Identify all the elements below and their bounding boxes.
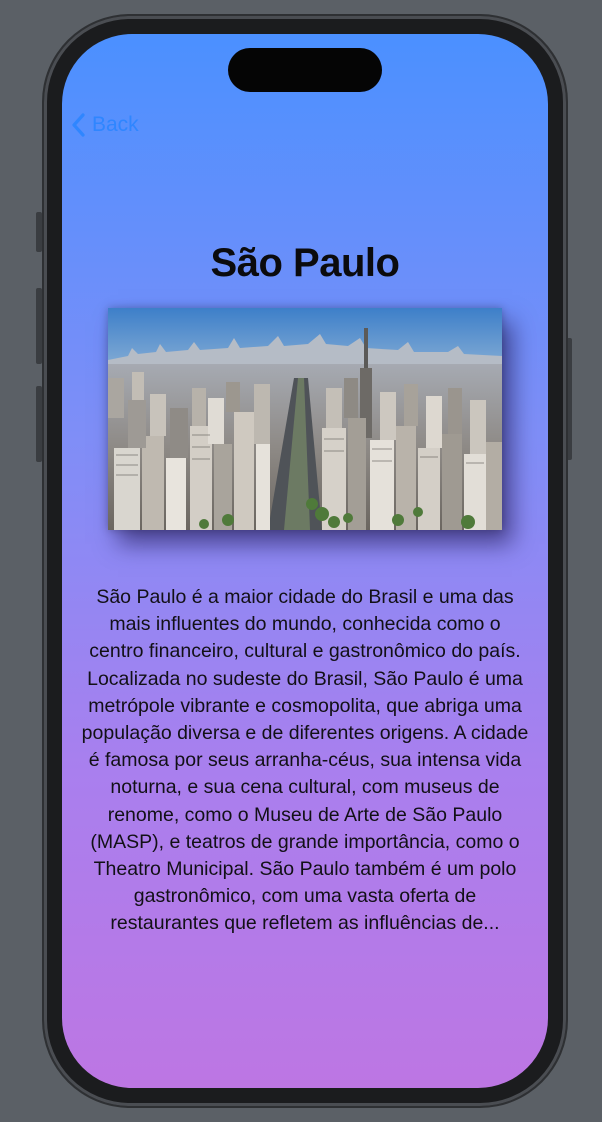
- city-photo: [108, 308, 502, 530]
- back-button[interactable]: Back: [70, 112, 139, 138]
- volume-up-button: [36, 288, 42, 364]
- app-screen: Back São Paulo São Paulo é a maior cidad…: [62, 34, 548, 1088]
- power-button: [566, 338, 572, 460]
- chevron-left-icon: [70, 112, 86, 138]
- phone-frame: Back São Paulo São Paulo é a maior cidad…: [44, 16, 566, 1106]
- volume-down-button: [36, 386, 42, 462]
- page-title: São Paulo: [210, 241, 400, 285]
- dynamic-island: [228, 48, 382, 92]
- action-button: [36, 212, 42, 252]
- back-label: Back: [92, 113, 139, 136]
- device-mockup: Back São Paulo São Paulo é a maior cidad…: [0, 0, 602, 1122]
- city-description: São Paulo é a maior cidade do Brasil e u…: [81, 586, 529, 935]
